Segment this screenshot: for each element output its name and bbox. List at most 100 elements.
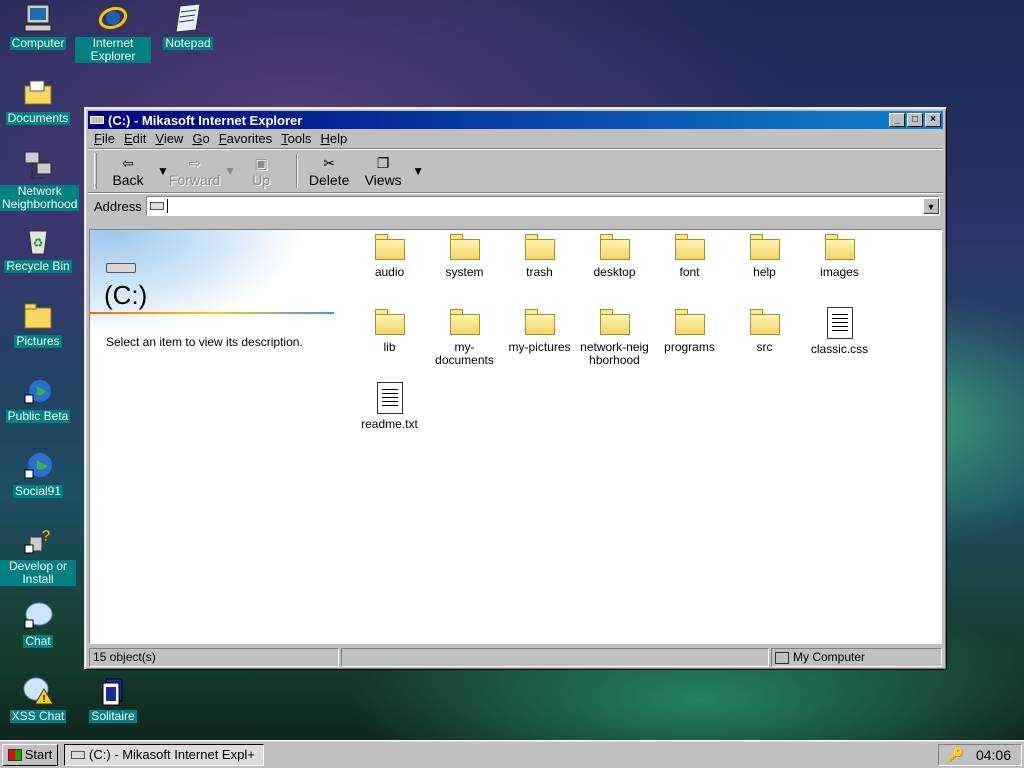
views-dropdown-icon[interactable]: ▼	[412, 164, 424, 178]
desktop-icon-label: Develop or Install	[0, 560, 76, 586]
menu-file[interactable]: File	[94, 131, 115, 146]
solitaire-icon	[102, 678, 123, 706]
back-button[interactable]: ⇦ Back	[103, 154, 153, 188]
desktop-icon-label: Social91	[12, 484, 64, 498]
file-name: lib	[383, 340, 396, 354]
desktop-icon-xss-chat[interactable]: ! XSS Chat	[0, 675, 76, 723]
scissors-icon: ✂	[323, 154, 335, 171]
back-dropdown-icon[interactable]: ▼	[157, 164, 169, 178]
file-item-help[interactable]: help	[727, 230, 802, 305]
desktop-icon-internet-explorer[interactable]: Internet Explorer	[75, 2, 151, 63]
folder-icon	[674, 307, 706, 337]
desktop-icon-label: Public Beta	[5, 409, 71, 423]
up-folder-icon: ▣	[254, 154, 268, 171]
start-label: Start	[24, 747, 53, 762]
status-location-text: My Computer	[793, 650, 866, 664]
file-item-my-pictures[interactable]: my-pictures	[502, 305, 577, 380]
network-icon	[24, 151, 52, 179]
help-icon: ?	[24, 528, 51, 554]
desktop-icon-label: Pictures	[14, 334, 62, 348]
folder-icon	[374, 307, 406, 337]
file-item-audio[interactable]: audio	[352, 230, 427, 305]
desktop-icon-public-beta[interactable]: Public Beta	[0, 375, 76, 423]
file-item-readme-txt[interactable]: readme.txt	[352, 380, 427, 455]
file-item-programs[interactable]: programs	[652, 305, 727, 380]
desktop-icon-recycle-bin[interactable]: ♻ Recycle Bin	[0, 225, 76, 273]
toolbar-separator	[296, 153, 299, 188]
menu-tools[interactable]: Tools	[281, 131, 311, 146]
forward-button[interactable]: ⇨ Forward	[169, 154, 220, 188]
desktop-icon-chat[interactable]: Chat	[0, 600, 76, 648]
taskbar-window-button[interactable]: (C:) - Mikasoft Internet Expl+	[64, 743, 264, 766]
file-item-images[interactable]: images	[802, 230, 877, 305]
title-divider	[90, 312, 334, 314]
folder-icon	[824, 232, 856, 262]
desktop-icon-label: Recycle Bin	[4, 259, 72, 273]
folder-icon	[524, 232, 556, 262]
key-icon[interactable]: 🔑	[948, 747, 964, 763]
file-item-desktop[interactable]: desktop	[577, 230, 652, 305]
address-bar: Address ▼	[88, 193, 943, 219]
item-description: Select an item to view its description.	[106, 335, 303, 349]
file-name: audio	[374, 265, 405, 279]
folder-icon	[524, 307, 556, 337]
minimize-button[interactable]: _	[889, 113, 905, 127]
file-item-trash[interactable]: trash	[502, 230, 577, 305]
documents-folder-icon	[24, 80, 52, 105]
desktop-icon-social91[interactable]: Social91	[0, 450, 76, 498]
globe-icon	[24, 453, 52, 479]
delete-button[interactable]: ✂ Delete	[304, 154, 354, 188]
menu-view[interactable]: View	[155, 131, 183, 146]
menu-go[interactable]: Go	[192, 131, 209, 146]
title-bar[interactable]: (C:) - Mikasoft Internet Explorer _ □ ×	[88, 111, 943, 129]
menu-bar: File Edit View Go Favorites Tools Help	[88, 129, 943, 149]
file-name: readme.txt	[361, 417, 418, 431]
desktop-icon-develop-install[interactable]: ? Develop or Install	[0, 525, 76, 586]
address-input[interactable]: ▼	[145, 196, 940, 216]
status-bar: 15 object(s) My Computer	[89, 648, 942, 667]
desktop-icon-pictures[interactable]: Pictures	[0, 300, 76, 348]
file-item-system[interactable]: system	[427, 230, 502, 305]
computer-icon	[24, 4, 52, 32]
folder-icon	[599, 232, 631, 262]
folder-icon	[449, 307, 481, 337]
start-button[interactable]: Start	[2, 743, 58, 766]
desktop-icon-documents[interactable]: Documents	[0, 77, 76, 125]
desktop-icon-computer[interactable]: Computer	[0, 2, 76, 50]
toolbar-grip[interactable]	[94, 152, 97, 189]
menu-favorites[interactable]: Favorites	[219, 131, 272, 146]
forward-label: Forward	[168, 171, 221, 188]
views-button[interactable]: ❐ Views	[358, 154, 408, 188]
desktop-icon-solitaire[interactable]: Solitaire	[75, 675, 151, 723]
file-name: my-documents	[435, 340, 494, 367]
menu-edit[interactable]: Edit	[124, 131, 146, 146]
forward-dropdown-icon[interactable]: ▼	[224, 164, 236, 178]
desktop-icon-label: Computer	[9, 36, 67, 50]
file-item-lib[interactable]: lib	[352, 305, 427, 380]
views-icon: ❐	[376, 154, 390, 171]
desktop-icon-network[interactable]: Network Neighborhood	[0, 150, 80, 211]
web-view-panel: (C:) Select an item to view its descript…	[90, 230, 340, 430]
file-name: network-neighborhood	[580, 340, 649, 367]
menu-help[interactable]: Help	[321, 131, 348, 146]
file-item-my-documents[interactable]: my-documents	[427, 305, 502, 380]
folder-icon	[749, 307, 781, 337]
folder-icon	[449, 232, 481, 262]
desktop-icon-label: XSS Chat	[9, 709, 67, 723]
address-dropdown-button[interactable]: ▼	[923, 198, 939, 214]
file-item-classic-css[interactable]: classic.css	[802, 305, 877, 380]
folder-view: (C:) Select an item to view its descript…	[89, 229, 942, 644]
close-button[interactable]: ×	[925, 113, 941, 127]
file-item-font[interactable]: font	[652, 230, 727, 305]
delete-label: Delete	[308, 171, 350, 188]
clock[interactable]: 04:06	[976, 747, 1011, 763]
text-caret	[166, 199, 168, 213]
file-item-network-neighborhood[interactable]: network-neighborhood	[577, 305, 652, 380]
taskbar-window-label: (C:) - Mikasoft Internet Expl+	[89, 747, 255, 762]
svg-text:?: ?	[41, 528, 51, 545]
desktop-icon-notepad[interactable]: Notepad	[150, 2, 226, 50]
internet-explorer-icon	[98, 6, 128, 30]
up-button[interactable]: ▣ Up	[236, 154, 286, 188]
file-item-src[interactable]: src	[727, 305, 802, 380]
maximize-button[interactable]: □	[907, 113, 923, 127]
